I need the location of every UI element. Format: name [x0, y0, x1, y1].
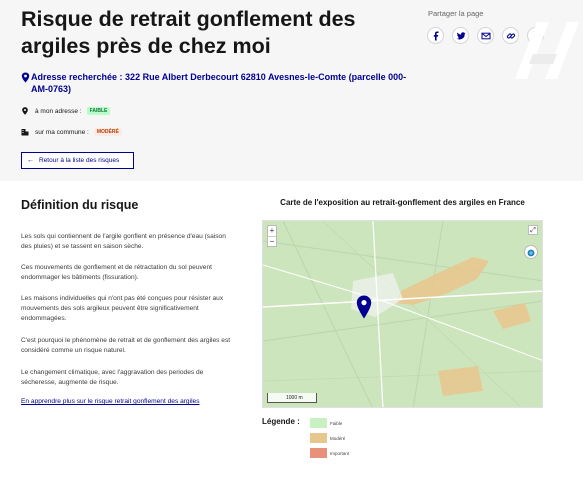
map-marker-icon[interactable]	[356, 295, 372, 319]
location-pin-icon	[22, 107, 28, 115]
risk-row-address: à mon adresse : FAIBLE	[21, 107, 111, 115]
definition-paragraph: C'est pourquoi le phénomène de retrait e…	[21, 337, 231, 354]
facebook-icon[interactable]	[427, 27, 444, 44]
map-tiles	[263, 221, 542, 407]
legend-label: Modéré	[330, 435, 346, 441]
map-title: Carte de l'exposition au retrait-gonflem…	[280, 198, 525, 207]
legend-title: Légende :	[262, 417, 300, 426]
zoom-in-button[interactable]: +	[268, 226, 276, 236]
learn-more-link[interactable]: En apprendre plus sur le risque retrait …	[21, 398, 200, 405]
mail-icon[interactable]	[477, 27, 494, 44]
definition-paragraph: Ces mouvements de gonflement et de rétra…	[21, 264, 212, 281]
location-pin-icon	[21, 72, 30, 83]
arrow-left-icon: ←	[27, 157, 34, 164]
legend-item: Modéré	[310, 433, 345, 443]
layers-icon[interactable]	[524, 245, 538, 259]
legend-swatch	[310, 418, 327, 428]
twitter-icon[interactable]	[452, 27, 469, 44]
decorative-logo-icon	[515, 22, 579, 79]
status-badge: FAIBLE	[86, 107, 111, 115]
map-scale: 1000 m	[267, 393, 317, 403]
legend-label: Important	[330, 450, 350, 456]
exposure-map[interactable]: + − ⤢ 1000 m	[262, 220, 543, 408]
definition-paragraph: Les sols qui contiennent de l'argile gon…	[21, 233, 226, 250]
page-title: Risque de retrait gonflement des argiles…	[21, 7, 356, 58]
risk-address-label: à mon adresse :	[35, 107, 82, 115]
status-badge: MODÉRÉ	[93, 128, 122, 136]
fullscreen-icon[interactable]: ⤢	[528, 225, 538, 235]
risk-commune-label: sur ma commune :	[35, 128, 89, 136]
risk-row-commune: sur ma commune : MODÉRÉ	[21, 128, 122, 136]
zoom-out-button[interactable]: −	[268, 236, 276, 246]
building-icon	[21, 129, 29, 136]
share-label: Partager la page	[428, 9, 484, 18]
zoom-control: + −	[267, 225, 277, 247]
searched-address: Adresse recherchée : 322 Rue Albert Derb…	[31, 72, 407, 94]
definition-title: Définition du risque	[21, 198, 139, 212]
definition-paragraph: Le changement climatique, avec l'aggrava…	[21, 369, 204, 386]
legend-swatch	[310, 448, 327, 458]
legend-item: Important	[310, 448, 349, 458]
back-button-label: Retour à la liste des risques	[39, 157, 120, 164]
legend-label: Faible	[330, 420, 343, 426]
definition-paragraph: Les maisons individuelles qui n'ont pas …	[21, 295, 224, 322]
back-to-risks-button[interactable]: ← Retour à la liste des risques	[21, 152, 134, 169]
legend-item: Faible	[310, 418, 342, 428]
legend-swatch	[310, 433, 327, 443]
